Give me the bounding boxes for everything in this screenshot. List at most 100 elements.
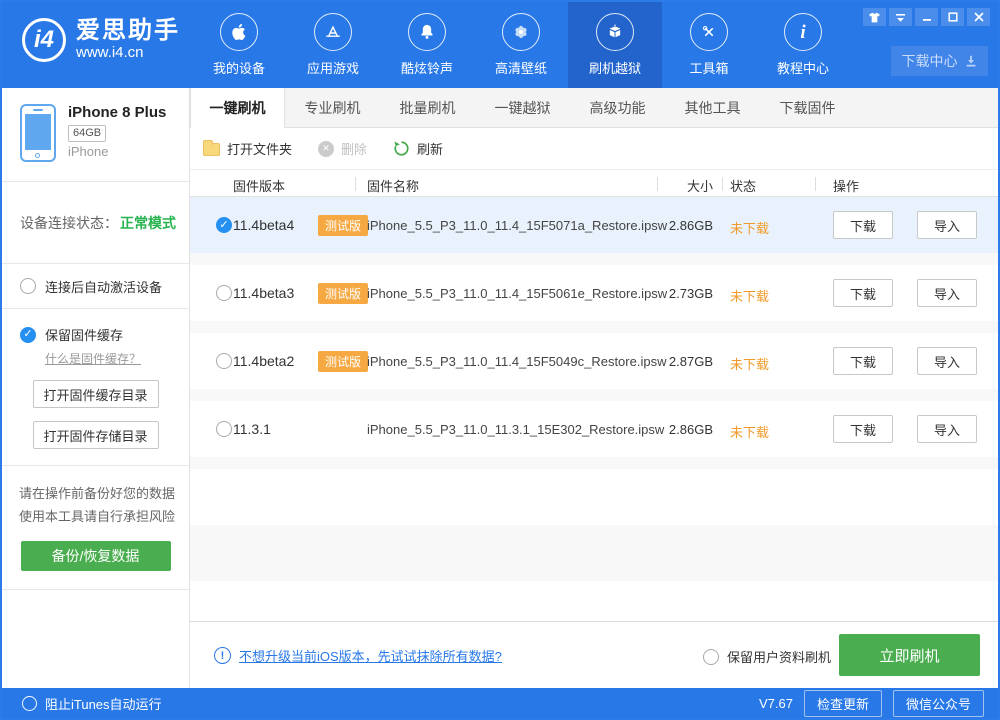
tab-advanced[interactable]: 高级功能 [570,88,665,127]
keep-cache-option[interactable]: 保留固件缓存 [2,325,189,344]
col-status: 状态 [730,179,757,194]
chevron-down-icon [895,13,906,22]
firmware-filename: iPhone_5.5_P3_11.0_11.4_15F5061e_Restore… [367,286,668,301]
import-firmware-button[interactable]: 导入 [917,279,977,307]
cache-help-link[interactable]: 什么是固件缓存？ [45,350,189,367]
close-icon [974,12,983,22]
row-select-radio[interactable] [216,285,232,301]
maximize-button[interactable] [941,8,964,26]
firmware-size: 2.73GB [668,286,713,301]
check-update-button[interactable]: 检查更新 [803,689,882,717]
firmware-row[interactable]: 11.4beta4 测试版 iPhone_5.5_P3_11.0_11.4_15… [190,197,998,253]
tab-other-tools[interactable]: 其他工具 [665,88,760,127]
alert-circle-icon [214,647,231,664]
tab-download-firmware[interactable]: 下载固件 [760,88,855,127]
iphone-icon [20,104,56,162]
import-firmware-button[interactable]: 导入 [917,415,977,443]
open-folder-button[interactable]: 打开文件夹 [203,139,292,158]
download-firmware-button[interactable]: 下载 [833,279,893,307]
app-header: i4 爱思助手 www.i4.cn 我的设备 应用游戏 酷炫铃声 高清壁纸 刷机… [2,2,998,88]
backup-warning-section: 请在操作前备份好您的数据 使用本工具请自行承担风险 备份/恢复数据 [2,466,189,590]
firmware-list: 11.4beta4 测试版 iPhone_5.5_P3_11.0_11.4_15… [190,197,998,621]
firmware-toolbar: 打开文件夹 删除 刷新 [190,128,998,170]
keep-user-data-option[interactable]: 保留用户资料刷机 [703,647,831,666]
app-logo: i4 爱思助手 www.i4.cn [22,18,180,62]
device-sidebar: iPhone 8 Plus 64GB iPhone 设备连接状态： 正常模式 连… [2,88,190,688]
tab-one-click-jailbreak[interactable]: 一键越狱 [475,88,570,127]
warning-line-1: 请在操作前备份好您的数据 [19,486,176,501]
connection-status-label: 设备连接状态： [20,214,118,231]
tools-icon [690,13,728,51]
firmware-version: 11.3.1 [233,421,271,437]
delete-x-icon [318,140,335,157]
row-select-radio[interactable] [216,217,232,233]
firmware-row[interactable]: 11.4beta2 测试版 iPhone_5.5_P3_11.0_11.4_15… [190,333,998,389]
nav-item-ringtones[interactable]: 酷炫铃声 [380,2,474,88]
nav-item-tutorials[interactable]: i 教程中心 [756,2,850,88]
main-nav: 我的设备 应用游戏 酷炫铃声 高清壁纸 刷机越狱 工具箱 i 教程中心 [192,2,850,88]
row-select-radio[interactable] [216,421,232,437]
firmware-row[interactable]: 11.3.1 iPhone_5.5_P3_11.0_11.3.1_15E302_… [190,401,998,457]
import-firmware-button[interactable]: 导入 [917,347,977,375]
open-cache-dir-button[interactable]: 打开固件缓存目录 [32,380,159,408]
nav-item-toolbox[interactable]: 工具箱 [662,2,756,88]
download-center-button[interactable]: 下载中心 [891,46,988,76]
close-button[interactable] [967,8,990,26]
wechat-official-button[interactable]: 微信公众号 [892,689,984,717]
firmware-size: 2.87GB [668,354,713,369]
connection-status-value: 正常模式 [120,214,176,231]
download-status: 未下载 [730,357,770,372]
flash-now-button[interactable]: 立即刷机 [839,634,980,676]
erase-data-link[interactable]: 不想升级当前iOS版本，先试试抹除所有数据? [239,646,502,665]
status-bar: 阻止iTunes自动运行 V7.67 检查更新 微信公众号 [2,688,998,718]
firmware-size: 2.86GB [668,422,713,437]
col-size: 大小 [686,179,713,194]
tab-pro-flash[interactable]: 专业刷机 [285,88,380,127]
import-firmware-button[interactable]: 导入 [917,211,977,239]
folder-icon [203,140,220,156]
firmware-filename: iPhone_5.5_P3_11.0_11.3.1_15E302_Restore… [367,422,665,437]
keep-cache-checkbox[interactable] [20,326,36,343]
erase-data-hint[interactable]: 不想升级当前iOS版本，先试试抹除所有数据? [214,646,502,665]
row-select-radio[interactable] [216,353,232,369]
firmware-row[interactable]: 11.4beta3 测试版 iPhone_5.5_P3_11.0_11.4_15… [190,265,998,321]
open-store-dir-button[interactable]: 打开固件存储目录 [32,421,159,449]
auto-activate-radio[interactable] [20,278,36,294]
beta-badge: 测试版 [318,351,369,372]
flash-tabs: 一键刷机 专业刷机 批量刷机 一键越狱 高级功能 其他工具 下载固件 [190,88,998,128]
firmware-version: 11.4beta3 [233,285,295,301]
block-itunes-radio[interactable] [22,695,37,711]
download-firmware-button[interactable]: 下载 [833,211,893,239]
flash-action-bar: 不想升级当前iOS版本，先试试抹除所有数据? 保留用户资料刷机 立即刷机 [190,621,998,688]
tab-batch-flash[interactable]: 批量刷机 [380,88,475,127]
firmware-cache-section: 保留固件缓存 什么是固件缓存？ 打开固件缓存目录 打开固件存储目录 [2,309,189,466]
download-firmware-button[interactable]: 下载 [833,347,893,375]
download-firmware-button[interactable]: 下载 [833,415,893,443]
skin-theme-button[interactable] [863,8,886,26]
keep-user-data-radio[interactable] [703,648,719,665]
maximize-icon [947,12,958,22]
app-version: V7.67 [758,695,793,711]
nav-item-my-devices[interactable]: 我的设备 [192,2,286,88]
app-window: i4 爱思助手 www.i4.cn 我的设备 应用游戏 酷炫铃声 高清壁纸 刷机… [0,0,1000,720]
download-icon [966,55,975,67]
delete-button[interactable]: 删除 [318,139,367,158]
nav-item-wallpapers[interactable]: 高清壁纸 [474,2,568,88]
backup-restore-button[interactable]: 备份/恢复数据 [20,541,171,571]
refresh-button[interactable]: 刷新 [393,139,443,158]
firmware-size: 2.86GB [668,218,713,233]
col-action: 操作 [833,179,860,194]
block-itunes-option[interactable]: 阻止iTunes自动运行 [22,694,162,713]
tab-one-click-flash[interactable]: 一键刷机 [190,88,285,128]
minimize-icon [922,19,931,21]
minimize-button[interactable] [915,8,938,26]
col-firmware-name: 固件名称 [367,179,420,194]
menu-dropdown-button[interactable] [889,8,912,26]
nav-item-flash-jailbreak[interactable]: 刷机越狱 [568,2,662,88]
nav-item-apps-games[interactable]: 应用游戏 [286,2,380,88]
download-status: 未下载 [730,221,770,236]
app-url: www.i4.cn [76,44,144,61]
warning-line-2: 使用本工具请自行承担风险 [19,509,176,524]
firmware-filename: iPhone_5.5_P3_11.0_11.4_15F5071a_Restore… [367,218,668,233]
auto-activate-option[interactable]: 连接后自动激活设备 [2,264,189,309]
